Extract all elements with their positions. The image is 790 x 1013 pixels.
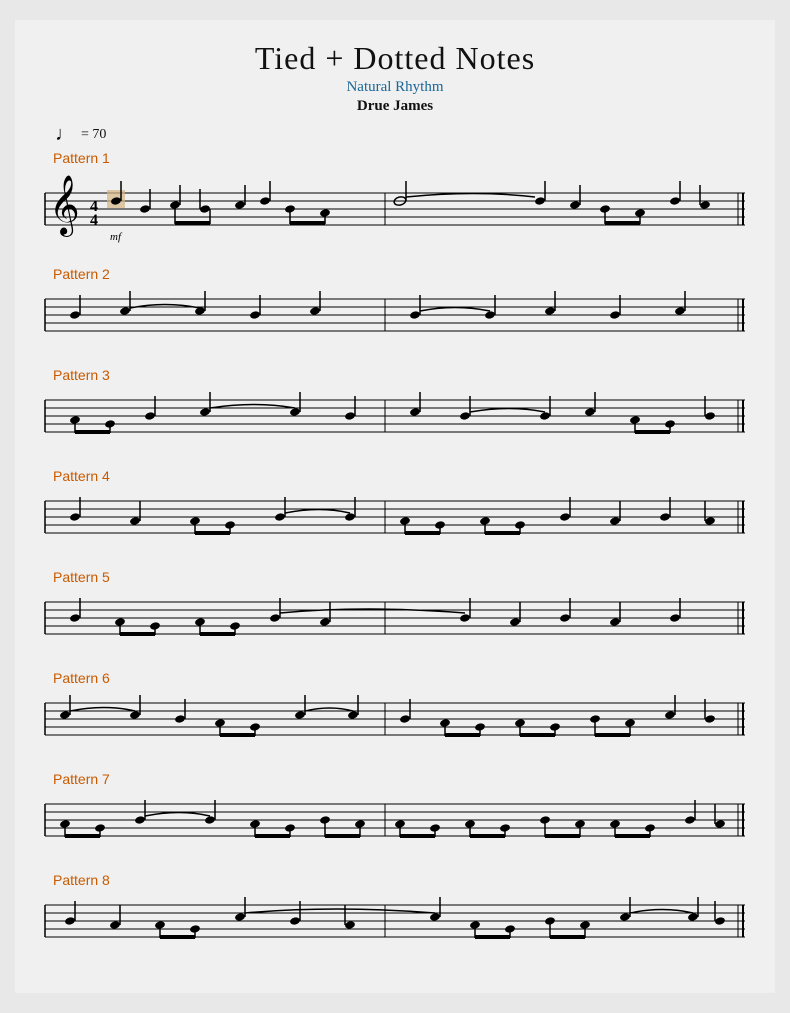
pattern-4-label: Pattern 4 (53, 468, 745, 484)
pattern-8-label: Pattern 8 (53, 872, 745, 888)
composer: Drue James (45, 98, 745, 115)
pattern-7-label: Pattern 7 (53, 771, 745, 787)
staff-pattern-8: Pattern 8 (45, 872, 745, 955)
staff-pattern-1: Pattern 1 𝄞 4 4 mf (45, 150, 745, 248)
pattern-5-label: Pattern 5 (53, 569, 745, 585)
svg-text:4: 4 (90, 212, 98, 229)
pattern-2-label: Pattern 2 (53, 266, 745, 282)
tempo-value: = 70 (81, 127, 106, 143)
staff-pattern-3: Pattern 3 (45, 367, 745, 450)
tempo-note-icon: ♩ (55, 123, 75, 146)
page-title: Tied + Dotted Notes (45, 40, 745, 77)
subtitle: Natural Rhythm (45, 79, 745, 96)
pattern-3-label: Pattern 3 (53, 367, 745, 383)
staff-pattern-2: Pattern 2 (45, 266, 745, 349)
pattern-6-label: Pattern 6 (53, 670, 745, 686)
svg-text:mf: mf (110, 231, 123, 243)
svg-text:𝄞: 𝄞 (49, 175, 80, 237)
tempo-marking: ♩ = 70 (55, 123, 745, 146)
pattern-1-label: Pattern 1 (53, 150, 745, 166)
staff-pattern-6: Pattern 6 (45, 670, 745, 753)
staff-pattern-7: Pattern 7 (45, 771, 745, 854)
staff-pattern-4: Pattern 4 (45, 468, 745, 551)
staff-pattern-5: Pattern 5 (45, 569, 745, 652)
